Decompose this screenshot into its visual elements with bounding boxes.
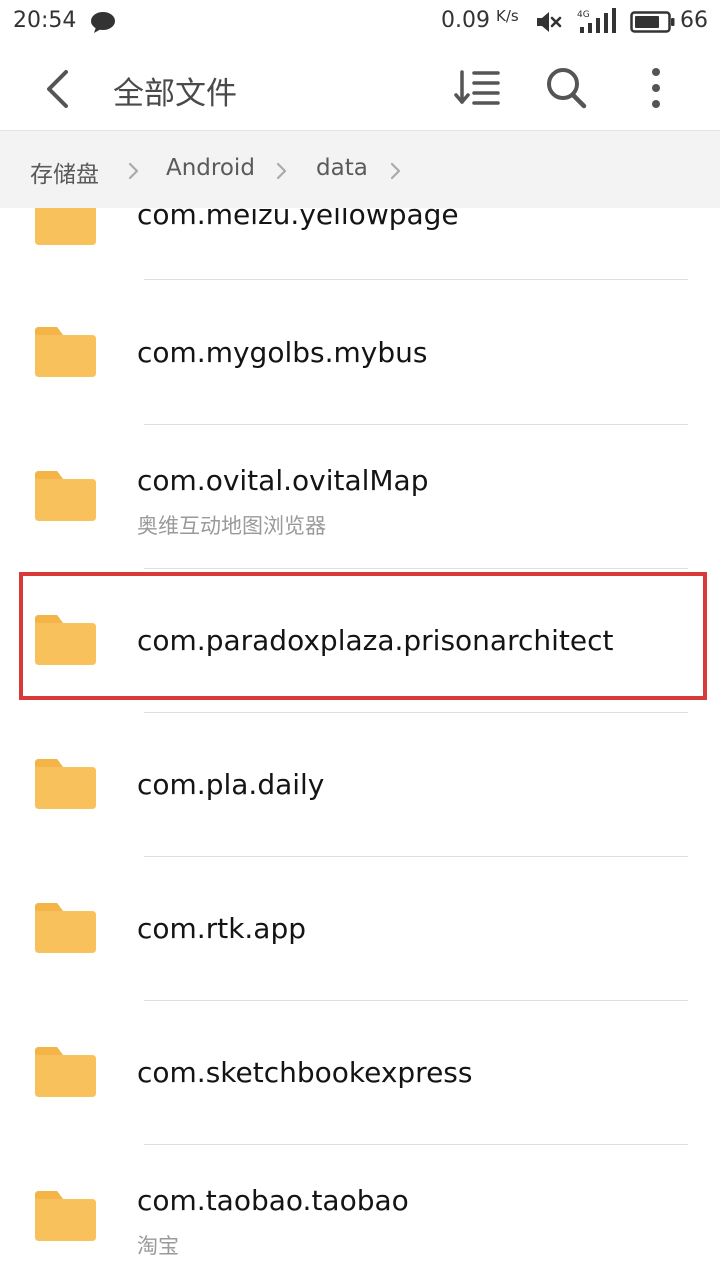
folder-icon [35, 615, 96, 665]
mute-icon [537, 12, 562, 32]
file-name: com.ovital.ovitalMap [137, 464, 429, 497]
file-name: com.taobao.taobao [137, 1184, 409, 1217]
list-item[interactable]: com.sketchbookexpress [0, 1000, 720, 1145]
list-item[interactable]: com.ovital.ovitalMap 奥维互动地图浏览器 [0, 424, 720, 569]
search-icon[interactable] [542, 64, 592, 112]
list-item[interactable]: com.meizu.yellowpage [0, 208, 720, 280]
chevron-right-icon [390, 162, 401, 180]
chevron-right-icon [276, 162, 287, 180]
file-name: com.rtk.app [137, 912, 307, 945]
chevron-right-icon [128, 162, 139, 180]
list-item[interactable]: com.mygolbs.mybus [0, 280, 720, 425]
folder-icon [35, 327, 96, 377]
list-item-highlighted[interactable]: com.paradoxplaza.prisonarchitect [0, 568, 720, 713]
more-vertical-icon[interactable] [634, 64, 678, 112]
battery-level: 66 [680, 8, 708, 33]
net-speed-unit: K/s [496, 7, 519, 25]
list-item[interactable]: com.pla.daily [0, 712, 720, 857]
breadcrumb: 存储盘 Android data [0, 130, 720, 208]
signal-4g-icon: 4G [577, 8, 616, 33]
file-description: 奥维互动地图浏览器 [137, 514, 326, 538]
file-list: com.meizu.yellowpage com.mygolbs.mybus c… [0, 208, 720, 1280]
file-name: com.paradoxplaza.prisonarchitect [137, 624, 614, 657]
breadcrumb-item-android[interactable]: Android [166, 155, 255, 181]
folder-icon [35, 471, 96, 521]
file-description: 淘宝 [137, 1234, 179, 1258]
net-speed: 0.09 [441, 8, 490, 33]
battery-icon [630, 11, 675, 33]
sort-icon[interactable] [452, 64, 504, 112]
folder-icon [35, 208, 96, 245]
status-bar: 20:54 0.09 K/s 4G 66 [0, 0, 720, 44]
breadcrumb-item-data[interactable]: data [316, 155, 368, 181]
list-item[interactable]: com.rtk.app [0, 856, 720, 1001]
folder-icon [35, 903, 96, 953]
back-arrow-icon[interactable] [32, 66, 82, 112]
file-name: com.meizu.yellowpage [137, 208, 459, 231]
folder-icon [35, 1191, 96, 1241]
chat-bubble-icon [91, 12, 115, 33]
breadcrumb-item-storage[interactable]: 存储盘 [30, 155, 99, 189]
file-name: com.mygolbs.mybus [137, 336, 428, 369]
folder-icon [35, 759, 96, 809]
file-name: com.sketchbookexpress [137, 1056, 473, 1089]
status-time: 20:54 [13, 8, 77, 33]
file-name: com.pla.daily [137, 768, 325, 801]
app-bar: 全部文件 [0, 44, 720, 130]
page-title: 全部文件 [113, 76, 237, 112]
list-item[interactable]: com.taobao.taobao 淘宝 [0, 1144, 720, 1280]
network-type-label: 4G [577, 10, 590, 20]
folder-icon [35, 1047, 96, 1097]
